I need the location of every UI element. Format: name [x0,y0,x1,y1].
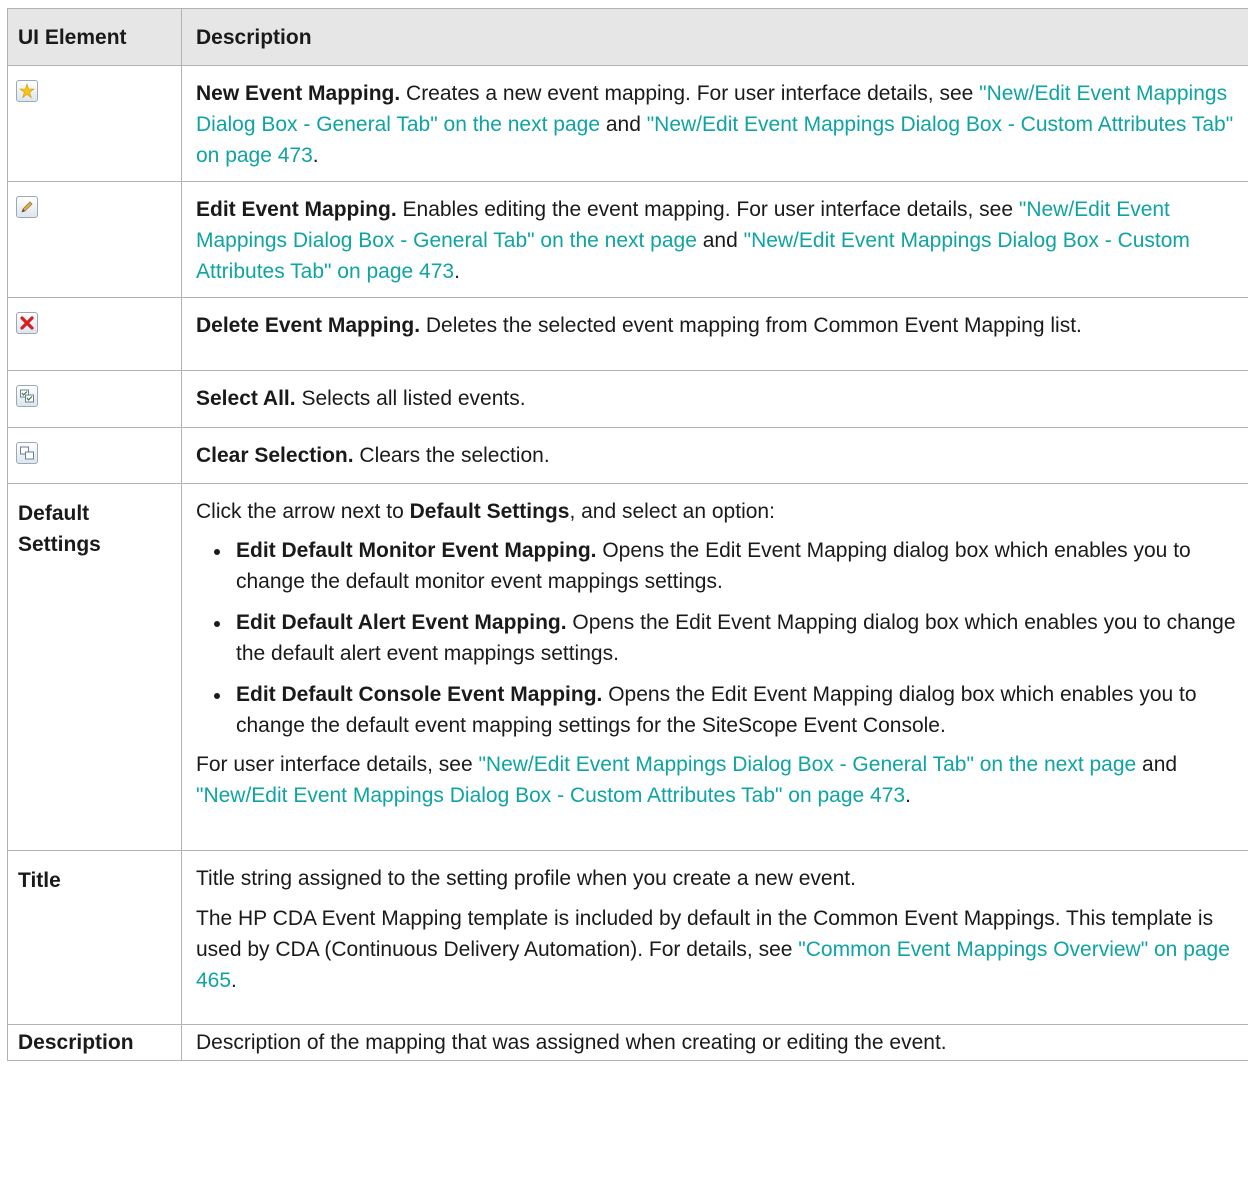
description-cell: Clear Selection. Clears the selection. [181,427,1248,484]
ui-elements-table: UI Element Description New Event Mapping… [7,8,1248,1061]
bullet-icon [214,549,220,555]
option-title: Edit Default Monitor Event Mapping. [236,539,597,562]
row-label: Default Settings [7,483,182,851]
period-text: . [231,969,237,992]
row-text: Creates a new event mapping. For user in… [400,82,980,105]
table-row: New Event Mapping. Creates a new event m… [7,65,1248,182]
description-cell: Edit Event Mapping. Enables editing the … [181,181,1248,298]
title-para-2: The HP CDA Event Mapping template is inc… [196,903,1242,996]
custom-attributes-tab-link[interactable]: "New/Edit Event Mappings Dialog Box - Cu… [196,784,905,807]
element-cell [7,65,182,182]
conjunction-text: and [1136,753,1178,776]
table-row: Default Settings Click the arrow next to… [7,483,1248,851]
bullet-icon [214,621,220,627]
description-cell: Delete Event Mapping. Deletes the select… [181,297,1248,371]
row-title: Clear Selection. [196,444,354,467]
table-row: Description Description of the mapping t… [7,1024,1248,1061]
new-star-icon [16,80,38,102]
description-cell: New Event Mapping. Creates a new event m… [181,65,1248,182]
row-title: Delete Event Mapping. [196,314,421,337]
description-cell: Title string assigned to the setting pro… [181,850,1248,1025]
footer-text: For user interface details, see "New/Edi… [196,749,1242,811]
select-all-icon [16,385,38,407]
table-row: Select All. Selects all listed events. [7,370,1248,428]
header-description: Description [181,8,1248,66]
row-text: Enables editing the event mapping. For u… [396,198,1019,221]
intro-bold: Default Settings [409,500,570,523]
intro-pre: Click the arrow next to [196,500,410,523]
bullet-icon [214,693,220,699]
row-title: Select All. [196,387,296,410]
pencil-icon [16,196,38,218]
options-list: Edit Default Monitor Event Mapping. Open… [196,535,1242,741]
element-cell [7,370,182,428]
clear-selection-icon [16,442,38,464]
table-row: Title Title string assigned to the setti… [7,850,1248,1025]
conjunction-text: and [696,229,744,252]
element-cell [7,181,182,298]
table-row: Clear Selection. Clears the selection. [7,427,1248,484]
description-cell: Click the arrow next to Default Settings… [181,483,1248,851]
row-text: Clears the selection. [353,444,550,467]
row-title: Edit Event Mapping. [196,198,397,221]
description-cell: Description of the mapping that was assi… [181,1024,1248,1061]
intro-post: , and select an option: [569,500,775,523]
element-cell [7,297,182,371]
general-tab-link[interactable]: "New/Edit Event Mappings Dialog Box - Ge… [478,753,1136,776]
conjunction-text: and [600,113,647,136]
period-text: . [905,784,911,807]
title-para-1: Title string assigned to the setting pro… [196,867,856,890]
list-item: Edit Default Console Event Mapping. Open… [214,679,1242,741]
row-text: Selects all listed events. [295,387,526,410]
red-x-delete-icon [16,312,38,334]
table-row: Edit Event Mapping. Enables editing the … [7,181,1248,298]
list-item: Edit Default Alert Event Mapping. Opens … [214,607,1242,669]
table-row: Delete Event Mapping. Deletes the select… [7,297,1248,371]
intro-text: Click the arrow next to Default Settings… [196,496,1242,527]
row-text: Deletes the selected event mapping from … [420,314,1082,337]
option-title: Edit Default Console Event Mapping. [236,683,603,706]
period-text: . [312,144,319,167]
table-header-row: UI Element Description [7,8,1248,66]
option-title: Edit Default Alert Event Mapping. [236,611,567,634]
footer-pre: For user interface details, see [196,753,479,776]
row-title: New Event Mapping. [196,82,401,105]
row-label: Title [7,850,182,1025]
header-ui-element: UI Element [7,8,182,66]
period-text: . [454,260,460,283]
row-label: Description [7,1024,182,1061]
description-cell: Select All. Selects all listed events. [181,370,1248,428]
element-cell [7,427,182,484]
list-item: Edit Default Monitor Event Mapping. Open… [214,535,1242,597]
